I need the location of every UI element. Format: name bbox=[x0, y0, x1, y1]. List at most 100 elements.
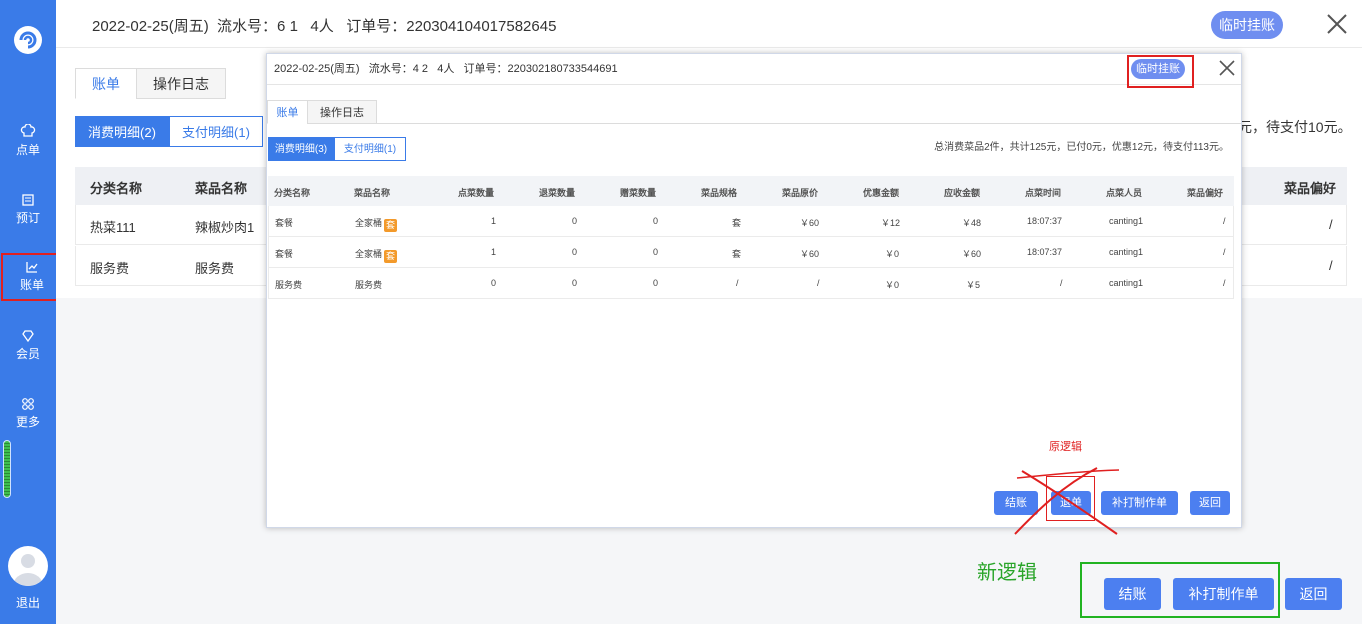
close-icon[interactable] bbox=[1218, 59, 1236, 77]
cell-dish: 辣椒炒肉1 bbox=[195, 220, 255, 235]
cell-category: 服务费 bbox=[90, 261, 130, 276]
sidebar-item-booking[interactable]: 预订 bbox=[0, 192, 56, 242]
sidebar-item-bill[interactable]: 账单 bbox=[1, 253, 63, 301]
cell-order-qty: 0 bbox=[491, 278, 497, 288]
dialog-temp-credit-button[interactable]: 临时挂账 bbox=[1131, 59, 1185, 79]
tab-payment-detail[interactable]: 支付明细(1) bbox=[334, 137, 406, 161]
dialog-order-info: 2022-02-25(周五) 流水号：4 2 4人 订单号：2203021807… bbox=[274, 63, 618, 75]
chart-icon bbox=[26, 262, 38, 273]
sidebar-item-member[interactable]: 会员 bbox=[0, 328, 56, 378]
cell-category: 套餐 bbox=[275, 249, 294, 259]
sidebar: 点单 预订 账单 会员 更多 退出 bbox=[0, 0, 63, 624]
cell-preference: / bbox=[1329, 217, 1333, 232]
avatar[interactable] bbox=[8, 546, 48, 586]
col-order-time: 点菜时间 bbox=[1025, 188, 1062, 198]
logout-button[interactable]: 退出 bbox=[0, 594, 56, 611]
cell-order-time: 18:07:37 bbox=[1027, 216, 1063, 226]
col-dish: 菜品名称 bbox=[354, 188, 391, 198]
tab-payment-detail[interactable]: 支付明细(1) bbox=[169, 116, 263, 147]
booking-icon bbox=[22, 194, 34, 206]
col-category: 分类名称 bbox=[90, 181, 143, 196]
cell-price: / bbox=[817, 278, 820, 288]
page-header: 2022-02-25(周五) 流水号：6 1 4人 订单号：2203041040… bbox=[56, 0, 1362, 48]
cell-staff: canting1 bbox=[1109, 247, 1144, 257]
col-price: 菜品原价 bbox=[782, 188, 819, 198]
tab-bill[interactable]: 账单 bbox=[267, 100, 308, 124]
tab-operation-log[interactable]: 操作日志 bbox=[307, 100, 377, 124]
col-order-qty: 点菜数量 bbox=[458, 188, 495, 198]
cell-order-qty: 1 bbox=[491, 247, 497, 257]
cell-price: ￥60 bbox=[800, 249, 820, 259]
col-spec: 菜品规格 bbox=[701, 188, 738, 198]
col-discount: 优惠金额 bbox=[863, 188, 900, 198]
cell-gift-qty: 0 bbox=[653, 278, 659, 288]
close-icon[interactable] bbox=[1326, 13, 1348, 35]
cell-receivable: ￥5 bbox=[966, 280, 981, 290]
cell-dish: 服务费 bbox=[355, 280, 383, 290]
cross-out-mark-icon bbox=[1014, 467, 1120, 535]
col-category: 分类名称 bbox=[274, 188, 311, 198]
settle-button[interactable]: 结账 bbox=[1104, 578, 1161, 610]
dish-name: 全家桶 bbox=[355, 218, 383, 228]
sidebar-item-label: 账单 bbox=[19, 278, 44, 292]
sidebar-item-label: 预订 bbox=[15, 211, 40, 225]
cell-preference: / bbox=[1223, 216, 1226, 226]
cell-discount: ￥0 bbox=[885, 249, 900, 259]
cell-dish: 服务费 bbox=[195, 261, 235, 276]
col-staff: 点菜人员 bbox=[1106, 188, 1143, 198]
cell-receivable: ￥60 bbox=[962, 249, 982, 259]
cell-preference: / bbox=[1329, 258, 1333, 273]
new-logic-label: 新逻辑 bbox=[977, 562, 1037, 584]
back-button[interactable]: 返回 bbox=[1285, 578, 1342, 610]
cell-category: 热菜111 bbox=[90, 220, 136, 235]
dialog-bill-summary: 总消费菜品2件，共计125元，已付0元，优惠12元，待支付113元。 bbox=[934, 142, 1229, 153]
table-header: 分类名称 菜品名称 点菜数量 退菜数量 赠菜数量 菜品规格 菜品原价 优惠金额 … bbox=[268, 176, 1234, 206]
cell-refund-qty: 0 bbox=[572, 216, 578, 226]
cell-spec: / bbox=[736, 278, 739, 288]
col-receivable: 应收金额 bbox=[944, 188, 981, 198]
table-row: 服务费 服务费 0 0 0 / / ￥0 ￥5 / canting1 / bbox=[268, 268, 1234, 299]
cell-gift-qty: 0 bbox=[653, 216, 659, 226]
cell-discount: ￥12 bbox=[881, 218, 901, 228]
dialog-back-button[interactable]: 返回 bbox=[1190, 491, 1230, 515]
scrollbar[interactable] bbox=[3, 440, 11, 498]
original-logic-dialog: 2022-02-25(周五) 流水号：4 2 4人 订单号：2203021807… bbox=[266, 53, 1242, 535]
set-meal-badge: 套 bbox=[384, 250, 398, 263]
sidebar-item-label: 更多 bbox=[15, 415, 40, 429]
cell-category: 服务费 bbox=[275, 280, 303, 290]
user-icon bbox=[13, 554, 43, 586]
dialog-tabs: 账单 操作日志 bbox=[267, 100, 1241, 124]
cell-spec: 套 bbox=[732, 218, 742, 228]
bill-summary: 元，待支付10元。 bbox=[1238, 119, 1352, 135]
tab-bill[interactable]: 账单 bbox=[75, 68, 137, 99]
sidebar-item-label: 点单 bbox=[15, 143, 40, 157]
cell-receivable: ￥48 bbox=[962, 218, 982, 228]
table-row: 套餐 全家桶套 1 0 0 套 ￥60 ￥12 ￥48 18:07:37 can… bbox=[268, 206, 1234, 237]
col-refund-qty: 退菜数量 bbox=[539, 188, 576, 198]
sidebar-item-more[interactable]: 更多 bbox=[0, 396, 56, 446]
cell-refund-qty: 0 bbox=[572, 278, 578, 288]
order-info: 2022-02-25(周五) 流水号：6 1 4人 订单号：2203041040… bbox=[92, 18, 557, 35]
cell-preference: / bbox=[1223, 278, 1226, 288]
sidebar-item-order[interactable]: 点单 bbox=[0, 124, 56, 174]
tab-consumption-detail[interactable]: 消费明细(3) bbox=[268, 137, 334, 161]
chef-hat-icon bbox=[20, 124, 36, 137]
reprint-order-button[interactable]: 补打制作单 bbox=[1173, 578, 1274, 610]
temp-credit-button[interactable]: 临时挂账 bbox=[1211, 11, 1283, 39]
col-preference: 菜品偏好 bbox=[1284, 181, 1337, 196]
cell-spec: 套 bbox=[732, 249, 742, 259]
col-gift-qty: 赠菜数量 bbox=[620, 188, 657, 198]
cell-discount: ￥0 bbox=[885, 280, 900, 290]
cell-order-time: 18:07:37 bbox=[1027, 247, 1063, 257]
tab-consumption-detail[interactable]: 消费明细(2) bbox=[75, 116, 169, 147]
original-logic-label: 原逻辑 bbox=[1049, 441, 1082, 453]
cell-preference: / bbox=[1223, 247, 1226, 257]
cell-dish: 全家桶套 bbox=[355, 216, 398, 232]
dish-name: 全家桶 bbox=[355, 249, 383, 259]
tab-operation-log[interactable]: 操作日志 bbox=[136, 68, 226, 99]
cell-staff: canting1 bbox=[1109, 278, 1144, 288]
cell-price: ￥60 bbox=[800, 218, 820, 228]
cell-gift-qty: 0 bbox=[653, 247, 659, 257]
col-preference: 菜品偏好 bbox=[1187, 188, 1224, 198]
cell-category: 套餐 bbox=[275, 218, 294, 228]
